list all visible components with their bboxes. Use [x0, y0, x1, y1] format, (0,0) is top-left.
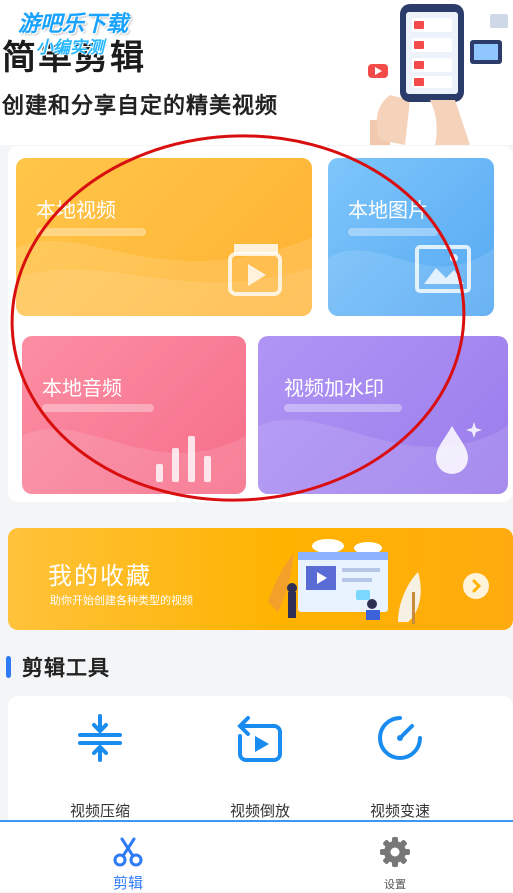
card-local-image[interactable]: 本地图片	[328, 158, 494, 316]
header: 简单剪辑 创建和分享自定的精美视频 游吧乐下载 小编实测	[0, 0, 513, 145]
tool-video-speed-label: 视频变速	[369, 802, 430, 820]
collection-banner[interactable]: 我的收藏 助你开始创建各种类型的视频	[8, 528, 513, 630]
card-video-watermark[interactable]: 视频加水印	[258, 336, 508, 494]
card-local-video-label: 本地视频	[36, 198, 116, 222]
card-local-audio-label: 本地音频	[42, 376, 122, 400]
card-bar	[348, 228, 438, 236]
picture-frame-icon	[415, 245, 471, 293]
card-local-audio[interactable]: 本地音频	[22, 336, 246, 494]
audio-bars-icon	[156, 436, 211, 482]
tool-video-compress-label: 视频压缩	[69, 802, 130, 820]
reverse-play-icon	[237, 716, 282, 762]
card-local-video[interactable]: 本地视频	[16, 158, 312, 316]
tools-section-title: 剪辑工具	[22, 656, 110, 680]
card-bar	[42, 404, 154, 412]
phone-illustration-icon	[368, 4, 508, 145]
tool-video-reverse[interactable]: 视频倒放	[200, 696, 320, 821]
tool-video-speed[interactable]: 视频变速	[340, 696, 460, 821]
gear-icon	[380, 837, 410, 867]
watermark-text: 游吧乐下载	[18, 12, 129, 37]
card-local-image-label: 本地图片	[348, 198, 428, 222]
film-clapper-icon	[228, 244, 282, 296]
chevron-right-icon[interactable]	[463, 573, 489, 599]
water-drop-icon	[436, 422, 482, 474]
card-bar	[36, 228, 146, 236]
tool-video-compress[interactable]: 视频压缩	[40, 696, 160, 821]
compress-icon	[78, 714, 122, 762]
tab-edit[interactable]: 剪辑	[68, 822, 188, 892]
card-bar	[284, 404, 402, 412]
tab-settings[interactable]: 设置	[335, 822, 455, 892]
page-subtitle: 创建和分享自定的精美视频	[2, 94, 279, 119]
tool-video-reverse-label: 视频倒放	[229, 802, 290, 820]
collection-title: 我的收藏	[48, 562, 152, 590]
section-accent-bar	[6, 656, 11, 678]
speed-gauge-icon	[378, 716, 422, 760]
tools-panel: 视频压缩 视频倒放 视频变速	[8, 696, 513, 821]
card-video-watermark-label: 视频加水印	[284, 376, 384, 400]
watermark-subtext: 小编实测	[36, 38, 104, 58]
collection-subtitle: 助你开始创建各种类型的视频	[50, 594, 193, 607]
banner-illustration-icon	[268, 539, 421, 624]
scissors-icon	[113, 837, 143, 867]
bottom-tab-bar: 剪辑 设置	[0, 820, 513, 892]
